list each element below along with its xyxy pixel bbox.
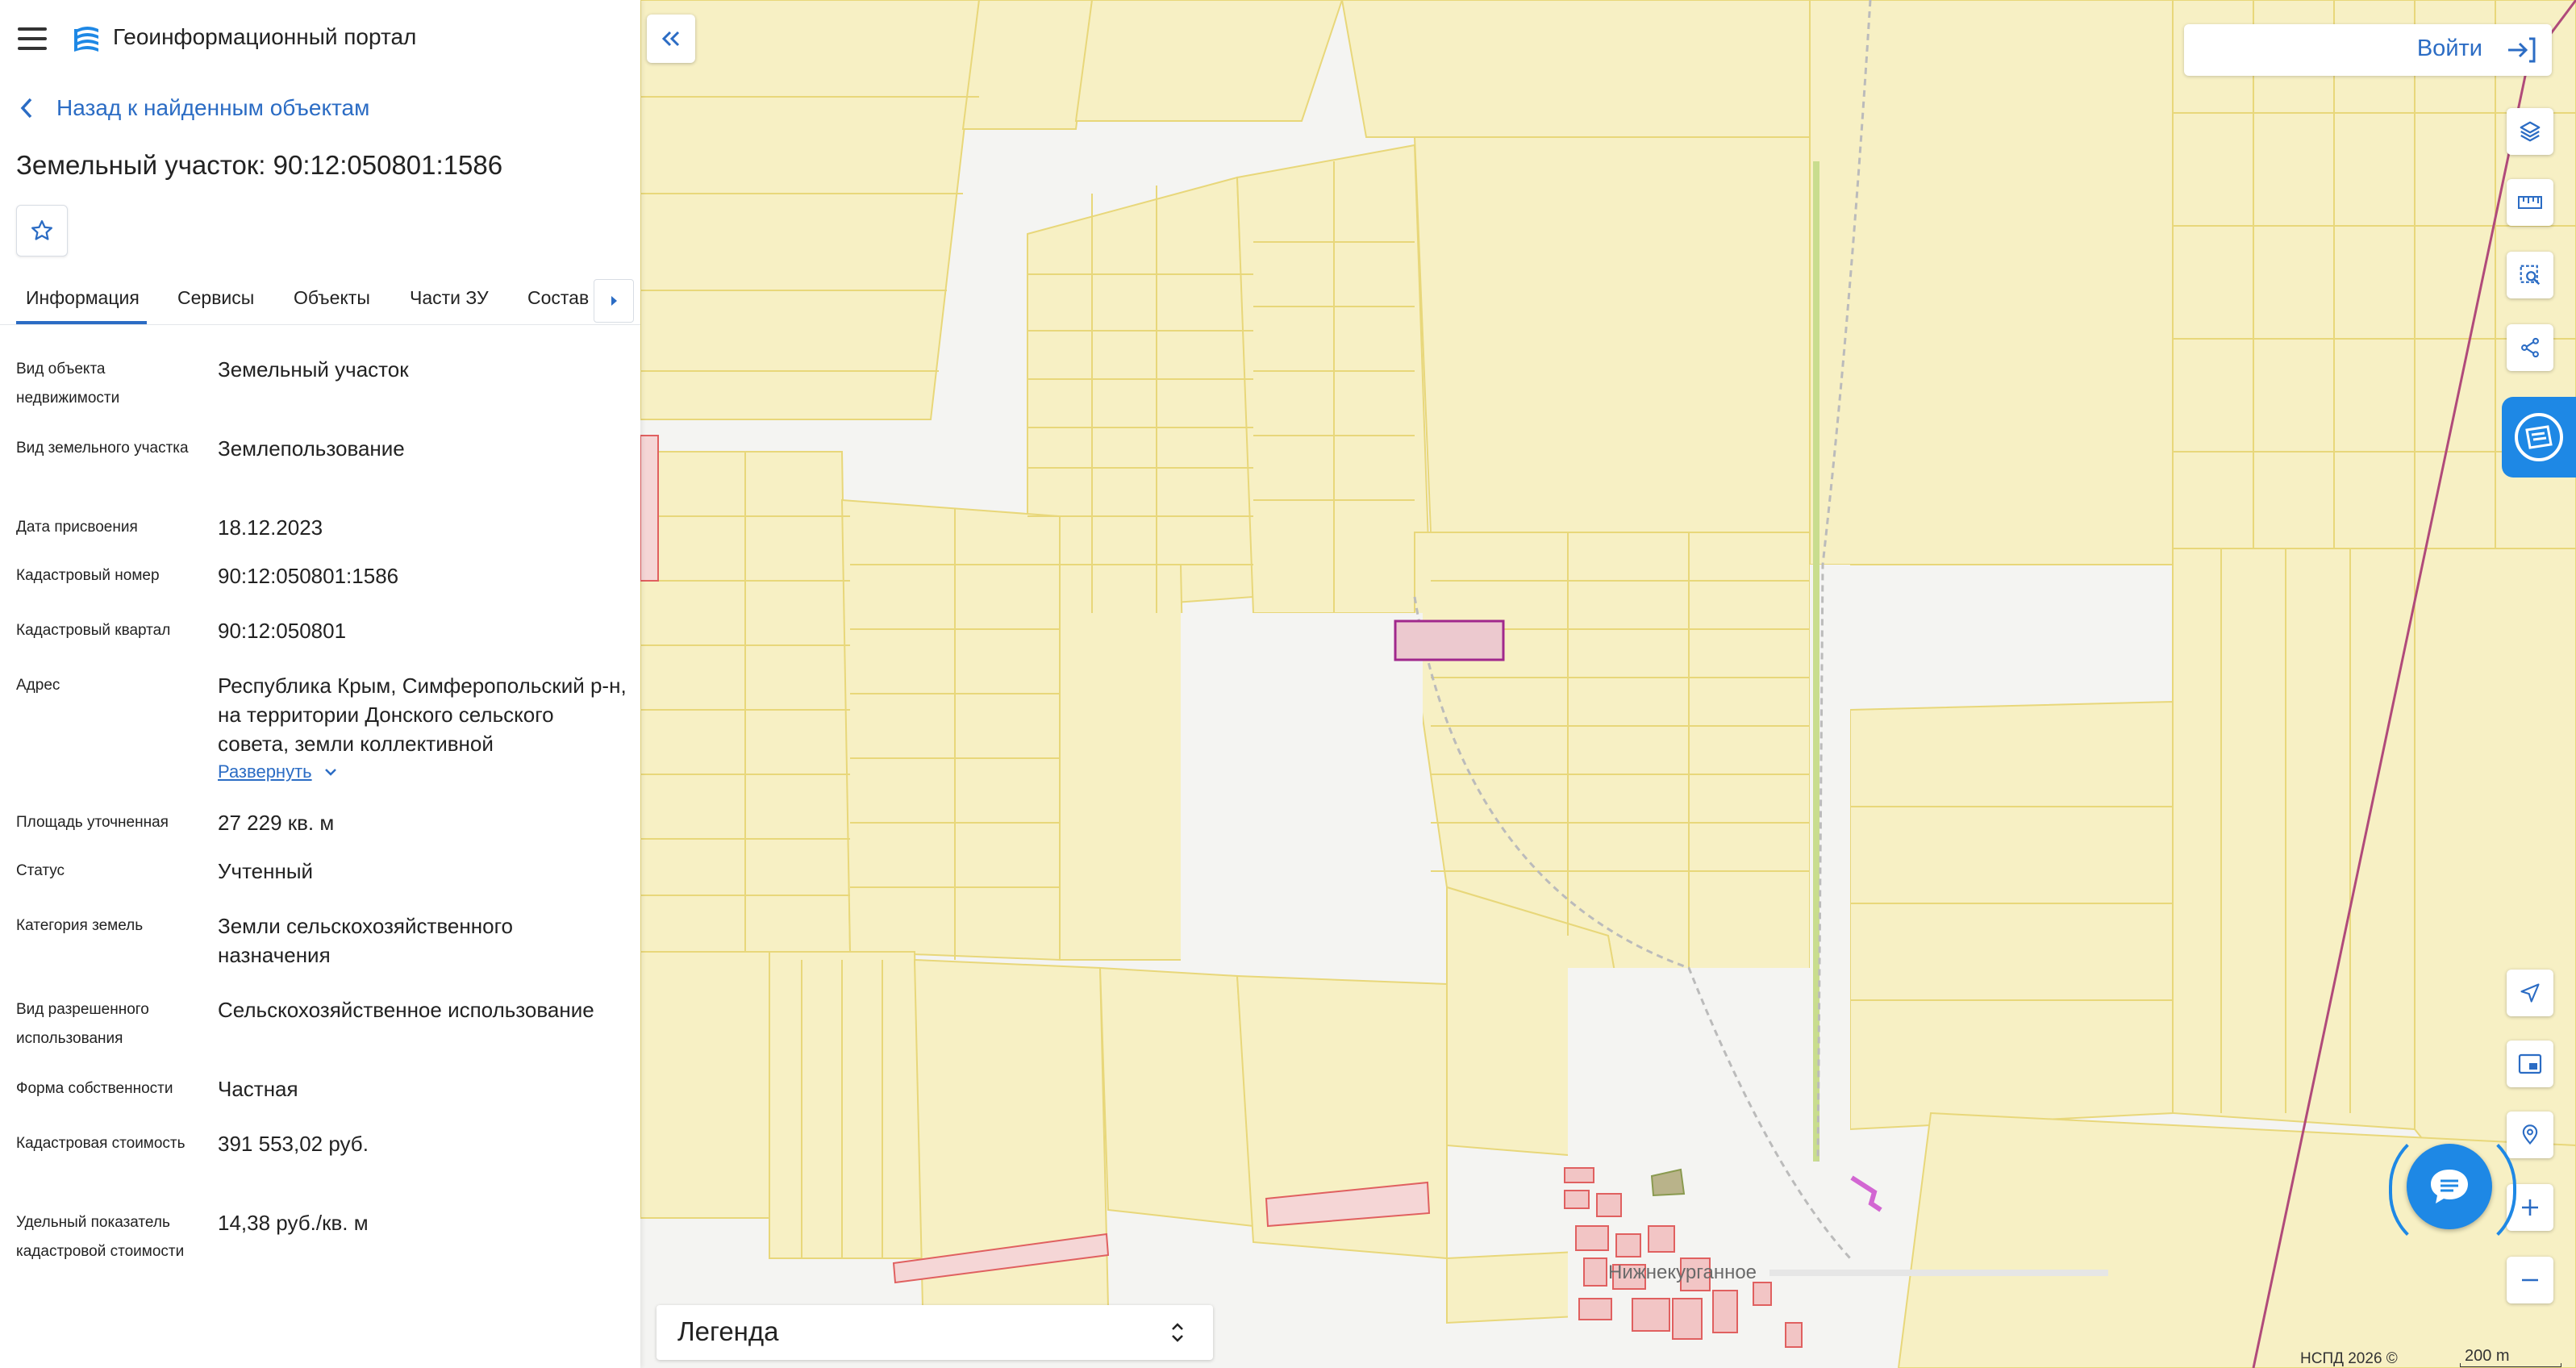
object-title: Земельный участок: 90:12:050801:1586 (16, 150, 503, 180)
scale-bar (2460, 1363, 2561, 1367)
property-label: Форма собственности (16, 1080, 173, 1097)
chevron-left-icon (20, 98, 32, 119)
share-button[interactable] (2507, 324, 2553, 371)
property-label: Адрес (16, 677, 60, 694)
ruler-icon (2518, 196, 2542, 209)
double-chevron-left-icon (661, 31, 680, 47)
property-label: Статус (16, 862, 65, 879)
property-label: Площадь уточненная (16, 814, 169, 831)
back-link-label: Назад к найденным объектам (56, 95, 370, 120)
property-value: 391 553,02 руб. (218, 1132, 369, 1156)
menu-icon[interactable] (18, 27, 47, 50)
tab-services[interactable]: Сервисы (177, 287, 254, 309)
tab-composition[interactable]: Состав (527, 287, 589, 309)
property-value: Республика Крым, Симферопольский р-н, на… (218, 674, 627, 756)
chat-button[interactable] (2407, 1144, 2492, 1229)
active-tab-indicator (16, 321, 147, 324)
login-label: Войти (2416, 35, 2482, 61)
nspd-service-button[interactable] (2502, 397, 2576, 478)
caret-right-icon (611, 296, 617, 306)
location-search-icon (2522, 1124, 2538, 1145)
property-value: 90:12:050801 (218, 619, 347, 643)
property-value: Землепользование (218, 436, 405, 461)
app-title: Геоинформационный портал (113, 24, 417, 49)
property-label: Кадастровый номер (16, 567, 160, 584)
login-button[interactable]: Войти (2184, 24, 2552, 76)
plus-icon (2522, 1199, 2538, 1216)
layers-icon (2520, 121, 2541, 142)
expand-collapse-icon (1172, 1323, 1183, 1342)
expand-label: Развернуть (218, 761, 312, 782)
chevron-down-icon (324, 769, 336, 776)
legend-label: Легенда (677, 1316, 779, 1346)
portal-logo-icon (74, 27, 98, 52)
property-label: Категория земель (16, 917, 144, 934)
property-value: 18.12.2023 (218, 515, 323, 540)
favorite-button[interactable] (16, 205, 68, 256)
legend-toggle[interactable]: Легенда (657, 1305, 1213, 1360)
property-value: 14,38 руб./кв. м (218, 1211, 369, 1235)
minimap-button[interactable] (2507, 1041, 2553, 1087)
property-label: Кадастровый квартал (16, 622, 171, 639)
picture-in-picture-icon (2518, 1053, 2542, 1074)
app-header: Геоинформационный портал (0, 0, 640, 77)
expand-address-link[interactable]: Развернуть (218, 761, 338, 782)
tab-information[interactable]: Информация (26, 287, 140, 309)
layers-button[interactable] (2507, 108, 2553, 155)
property-value: Частная (218, 1077, 298, 1101)
property-value: Сельскохозяйственное использование (218, 998, 594, 1022)
area-search-icon (2520, 265, 2541, 286)
property-label: Дата присвоения (16, 519, 138, 536)
property-value: Земельный участок (218, 357, 409, 382)
property-label: Удельный показатель кадастровой стоимост… (16, 1214, 185, 1260)
login-icon (2508, 37, 2536, 63)
share-icon (2521, 337, 2539, 358)
chat-icon (2431, 1170, 2468, 1203)
tab-land-parts[interactable]: Части ЗУ (410, 287, 489, 309)
star-icon (31, 220, 52, 240)
nspd-logo-icon (2515, 413, 2563, 461)
tabs-scroll-right-button[interactable] (594, 279, 634, 323)
area-search-button[interactable] (2507, 252, 2553, 298)
locate-me-button[interactable] (2507, 970, 2553, 1016)
property-label: Кадастровая стоимость (16, 1135, 185, 1152)
collapse-panel-button[interactable] (647, 15, 695, 63)
tab-bar: Информация Сервисы Объекты Части ЗУ Сост… (0, 277, 640, 325)
map-parcels-layer (640, 0, 2576, 1368)
map-copyright: НСПД 2026 © (2300, 1350, 2398, 1367)
property-label: Вид разрешенного использования (16, 1001, 149, 1047)
property-value: 90:12:050801:1586 (218, 564, 399, 588)
property-value: Учтенный (218, 859, 314, 883)
zoom-out-button[interactable] (2507, 1257, 2553, 1303)
property-value: 27 229 кв. м (218, 811, 335, 835)
property-label: Вид земельного участка (16, 440, 189, 457)
back-to-results-link[interactable]: Назад к найденным объектам (18, 95, 369, 121)
village-label: Нижнекурганное (1608, 1262, 1757, 1283)
info-panel: Геоинформационный портал Назад к найденн… (0, 0, 640, 1368)
property-label: Вид объекта недвижимости (16, 361, 120, 407)
minus-icon (2522, 1278, 2538, 1282)
property-value: Земли сельскохозяйственного назначения (218, 914, 513, 967)
map-canvas[interactable]: Нижнекурганное НСПД 2026 © 200 m (640, 0, 2576, 1368)
search-by-point-button[interactable] (2507, 1112, 2553, 1158)
navigation-arrow-icon (2520, 983, 2540, 1003)
measure-button[interactable] (2507, 179, 2553, 226)
tab-objects[interactable]: Объекты (294, 287, 370, 309)
